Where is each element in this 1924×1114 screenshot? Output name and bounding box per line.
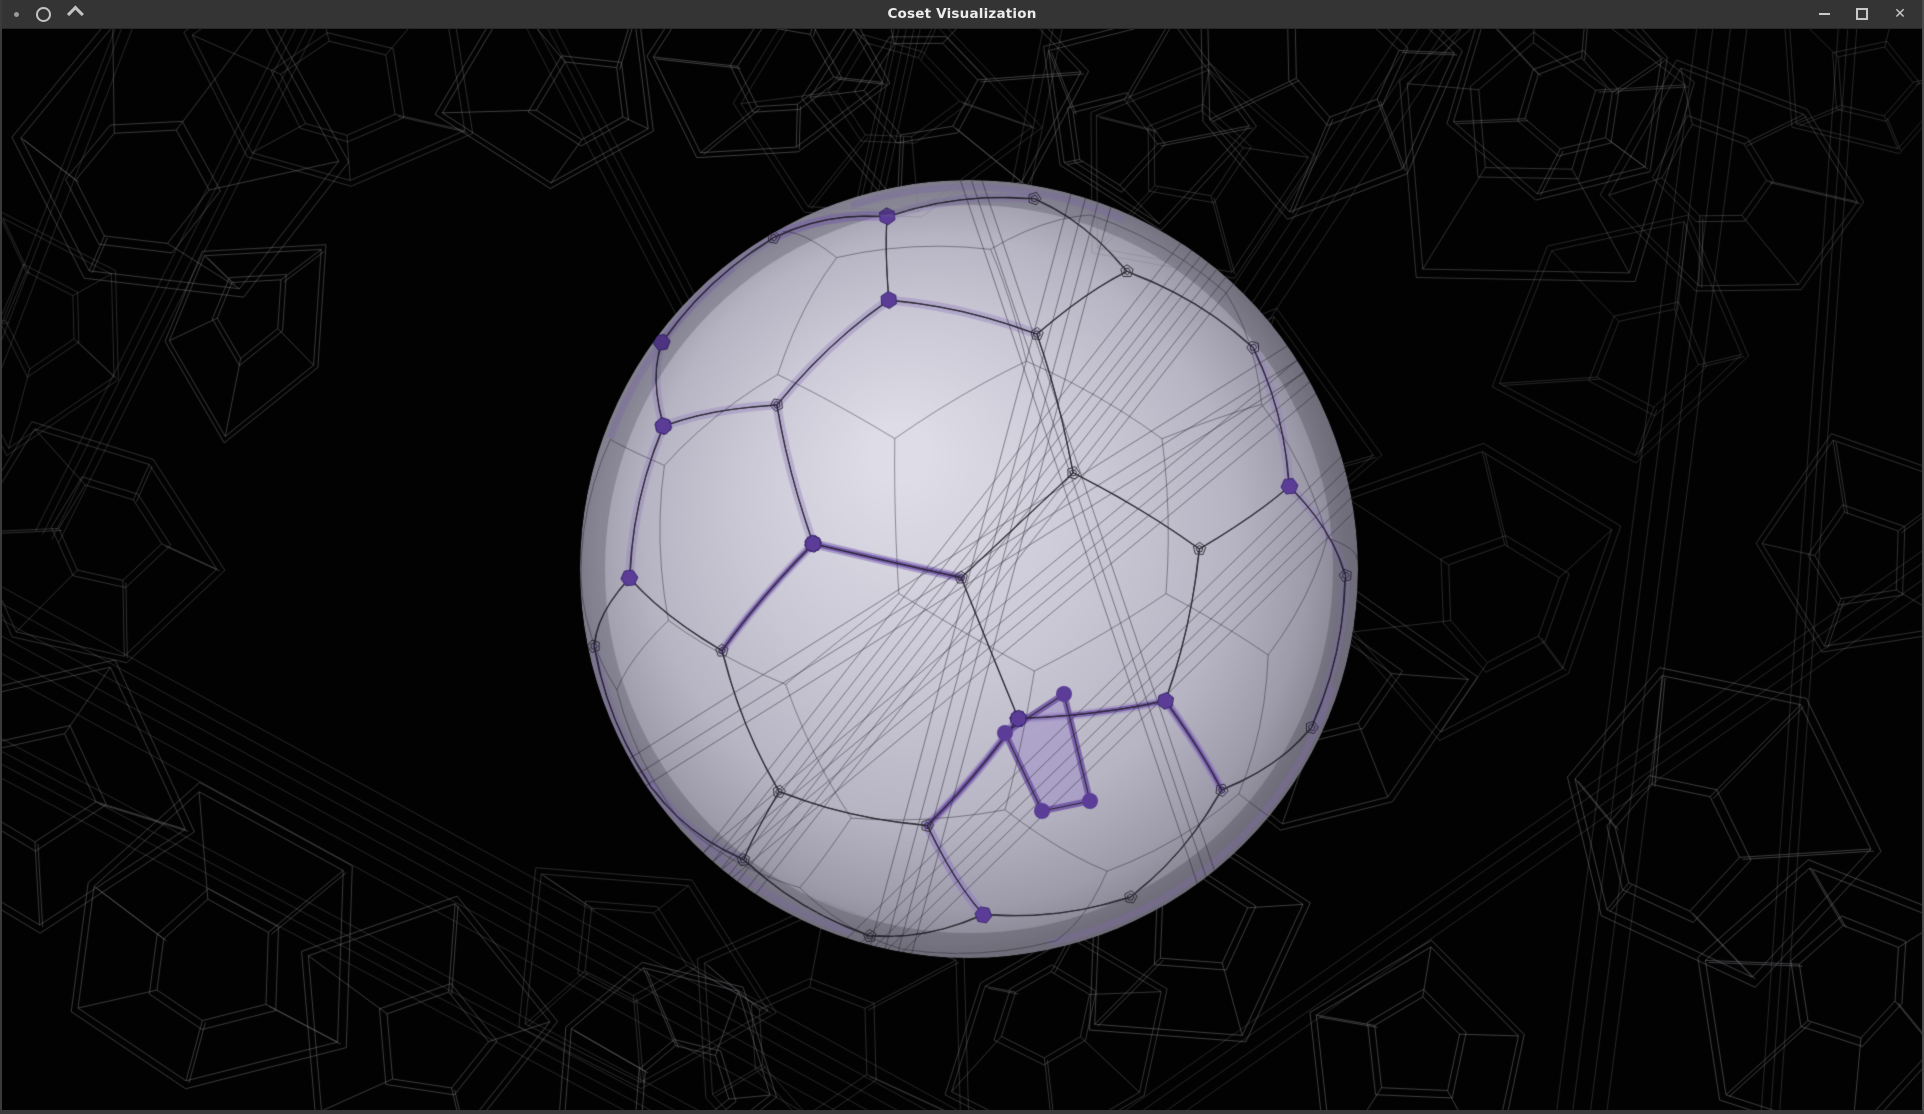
chevron-up-icon[interactable]: [67, 6, 84, 23]
app-window: Coset Visualization ✕: [0, 0, 1924, 1114]
maximize-button[interactable]: [1855, 7, 1869, 21]
dot-indicator-icon[interactable]: [14, 12, 19, 17]
viewport-3d[interactable]: [2, 29, 1922, 1111]
close-icon: ✕: [1894, 7, 1906, 21]
window-controls: ✕: [1817, 0, 1922, 28]
render-canvas[interactable]: [2, 29, 1922, 1111]
window-title: Coset Visualization: [887, 6, 1036, 22]
minimize-icon: [1819, 13, 1830, 15]
circle-icon[interactable]: [36, 7, 51, 22]
titlebar-left-icons: [2, 0, 80, 28]
titlebar[interactable]: Coset Visualization ✕: [2, 0, 1922, 29]
maximize-icon: [1856, 8, 1868, 20]
close-button[interactable]: ✕: [1893, 7, 1907, 21]
minimize-button[interactable]: [1817, 7, 1831, 21]
